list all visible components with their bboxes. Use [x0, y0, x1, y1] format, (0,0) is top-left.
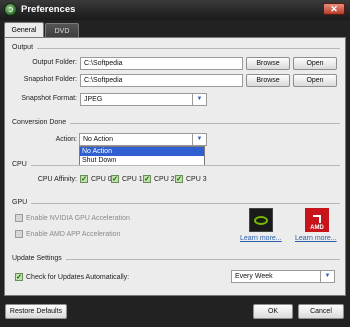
- gpu-section-title: GPU: [12, 199, 32, 206]
- update-section-title: Update Settings: [12, 255, 66, 262]
- cpu-section-title: CPU: [12, 161, 31, 168]
- title-bar[interactable]: Preferences ✕: [0, 0, 350, 20]
- cpu0-label: CPU 0: [91, 175, 112, 183]
- nvidia-learn-more-link[interactable]: Learn more...: [240, 235, 282, 242]
- preferences-window: Preferences ✕ General DVD Output Output …: [0, 0, 350, 327]
- amd-label: Enable AMD APP Acceleration: [26, 230, 121, 238]
- snapshot-format-value: JPEG: [84, 96, 103, 103]
- chevron-down-icon[interactable]: ▼: [192, 134, 206, 145]
- restore-defaults-button[interactable]: Restore Defaults: [5, 304, 67, 319]
- amd-checkbox[interactable]: Enable AMD APP Acceleration: [15, 230, 120, 238]
- output-section-title: Output: [12, 44, 38, 51]
- amd-learn-more-link[interactable]: Learn more...: [295, 235, 337, 242]
- amd-logo-icon: AMD: [305, 208, 329, 232]
- action-option-shut-down[interactable]: Shut Down: [80, 156, 204, 165]
- cpu3-label: CPU 3: [186, 175, 207, 183]
- check-icon: ✓: [143, 175, 151, 183]
- action-label: Action:: [55, 136, 77, 143]
- output-section: Output: [12, 44, 340, 51]
- cpu1-checkbox[interactable]: ✓ CPU 1: [111, 175, 143, 183]
- tab-general[interactable]: General: [4, 22, 44, 38]
- ok-button[interactable]: OK: [253, 304, 293, 319]
- nvidia-label: Enable NVIDIA GPU Acceleration: [26, 214, 130, 222]
- update-checkbox[interactable]: ✓ Check for Updates Automatically:: [15, 273, 129, 281]
- conversion-section: Conversion Done: [12, 119, 340, 126]
- update-frequency-value: Every Week: [235, 273, 273, 280]
- chevron-down-icon[interactable]: ▼: [192, 94, 206, 105]
- action-value: No Action: [83, 136, 113, 143]
- check-icon: ✓: [175, 175, 183, 183]
- nvidia-logo-icon: [249, 208, 273, 232]
- output-folder-field[interactable]: C:\Softpedia: [80, 57, 243, 70]
- output-folder-label: Output Folder:: [32, 59, 77, 66]
- snapshot-open-button[interactable]: Open: [293, 74, 337, 87]
- snapshot-folder-field[interactable]: C:\Softpedia: [80, 74, 243, 87]
- update-label: Check for Updates Automatically:: [26, 273, 130, 281]
- window-title: Preferences: [21, 4, 76, 15]
- close-button[interactable]: ✕: [323, 3, 345, 15]
- snapshot-browse-button[interactable]: Browse: [246, 74, 290, 87]
- chevron-down-icon[interactable]: ▼: [320, 271, 334, 282]
- snapshot-format-select[interactable]: JPEG ▼: [80, 93, 207, 106]
- cpu2-label: CPU 2: [154, 175, 175, 183]
- cpu2-checkbox[interactable]: ✓ CPU 2: [143, 175, 175, 183]
- snapshot-format-label: Snapshot Format:: [21, 95, 77, 102]
- cpu0-checkbox[interactable]: ✓ CPU 0: [80, 175, 112, 183]
- nvidia-checkbox[interactable]: Enable NVIDIA GPU Acceleration: [15, 214, 130, 222]
- app-icon: [4, 3, 17, 16]
- action-select[interactable]: No Action ▼: [79, 133, 207, 146]
- checkbox-icon: [15, 214, 23, 222]
- update-section: Update Settings: [12, 255, 340, 262]
- update-frequency-select[interactable]: Every Week ▼: [231, 270, 335, 283]
- cpu1-label: CPU 1: [122, 175, 143, 183]
- output-browse-button[interactable]: Browse: [246, 57, 290, 70]
- gpu-section: GPU: [12, 199, 340, 206]
- cancel-button[interactable]: Cancel: [298, 304, 344, 319]
- snapshot-folder-label: Snapshot Folder:: [23, 76, 77, 83]
- general-panel: Output Output Folder: C:\Softpedia Brows…: [4, 37, 346, 296]
- cpu-affinity-label: CPU Affinity:: [37, 176, 77, 183]
- cpu3-checkbox[interactable]: ✓ CPU 3: [175, 175, 207, 183]
- check-icon: ✓: [80, 175, 88, 183]
- tab-dvd[interactable]: DVD: [45, 23, 79, 38]
- checkbox-icon: [15, 230, 23, 238]
- action-option-no-action[interactable]: No Action: [80, 147, 204, 156]
- output-open-button[interactable]: Open: [293, 57, 337, 70]
- conversion-section-title: Conversion Done: [12, 119, 71, 126]
- check-icon: ✓: [15, 273, 23, 281]
- cpu-section: CPU: [12, 161, 340, 168]
- check-icon: ✓: [111, 175, 119, 183]
- action-dropdown-list: No Action Shut Down: [79, 146, 205, 166]
